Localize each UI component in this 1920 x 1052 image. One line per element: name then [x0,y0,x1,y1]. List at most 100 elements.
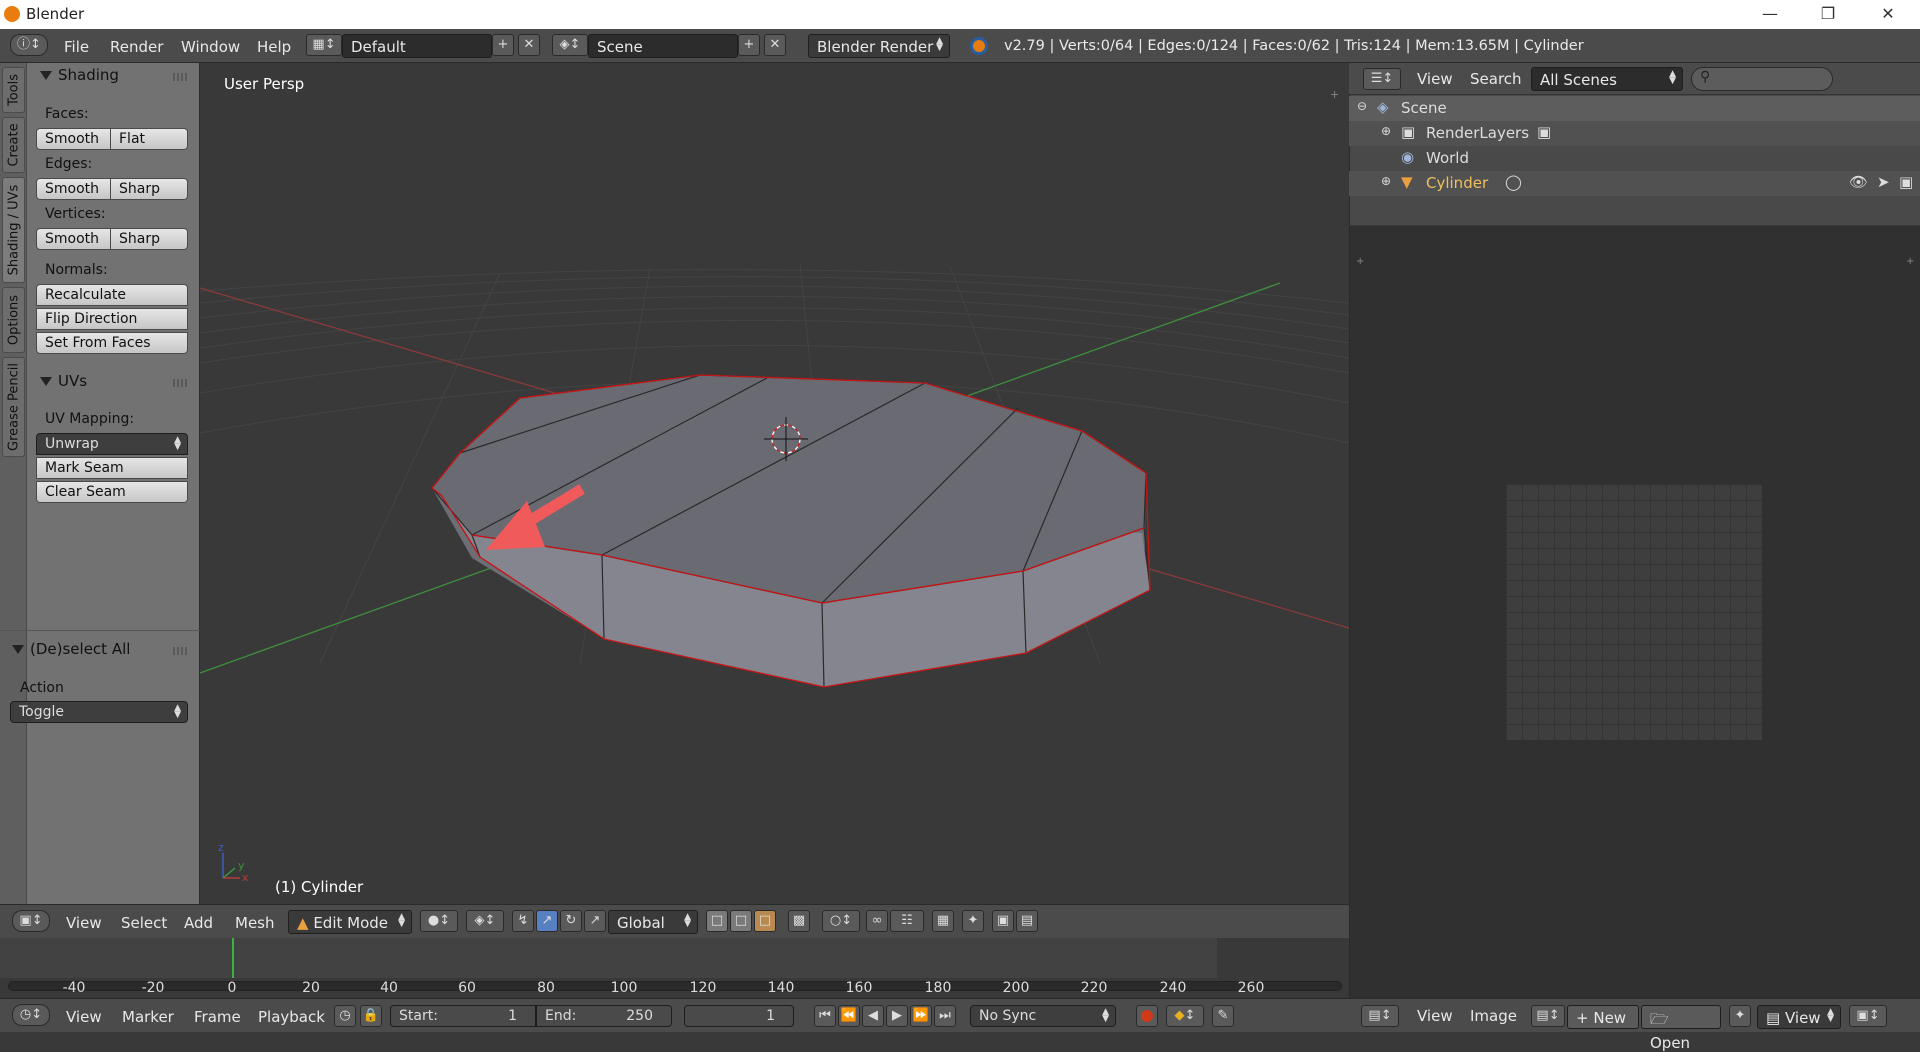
clear-seam-button[interactable]: Clear Seam [36,481,188,503]
outliner-row-world[interactable]: ◉ World [1349,146,1920,171]
menu-playback[interactable]: Playback [258,1008,325,1026]
drag-grip-icon[interactable] [173,379,189,387]
keying-set-icon[interactable]: ◆↕ [1166,1005,1204,1027]
end-frame-field[interactable]: End: 250 [536,1005,672,1027]
outliner-row-scene[interactable]: ⊖ ◈ Scene [1349,96,1920,121]
menu-add[interactable]: Add [184,914,213,932]
tab-options[interactable]: Options [2,287,25,353]
lock-icon[interactable]: 🔒 [360,1005,382,1027]
drag-grip-icon[interactable] [173,647,189,655]
menu-select[interactable]: Select [121,914,167,932]
tab-shading-uvs[interactable]: Shading / UVs [2,177,25,283]
preview-range-icon[interactable]: ◷ [334,1005,356,1027]
editor-type-info-icon[interactable]: ⓘ↕ [10,34,48,56]
pivot-icon[interactable]: ▣↕ [1849,1005,1887,1027]
drag-grip-icon[interactable] [173,73,189,81]
collapse-icon[interactable]: ⊖ [1357,99,1367,113]
menu-view[interactable]: View [1417,1007,1453,1025]
edge-select-icon[interactable]: □ [730,910,752,932]
proportional-editing-icon[interactable]: ○↕ [822,910,860,932]
outliner-row-cylinder[interactable]: ⊕ ▼ Cylinder ◯ 👁 ➤ ▣ [1349,171,1920,196]
face-select-icon[interactable]: □ [754,910,776,932]
tab-grease-pencil[interactable]: Grease Pencil [2,357,25,457]
start-frame-field[interactable]: Start: 1 [390,1005,536,1027]
renderable-camera-icon[interactable]: ▣ [1899,173,1913,191]
recalculate-normals-button[interactable]: Recalculate [36,284,188,306]
vertex-select-icon[interactable]: □ [706,910,728,932]
menu-file[interactable]: File [64,38,89,56]
vertices-sharp-button[interactable]: Sharp [111,228,188,250]
orientation-selector[interactable]: Global ▲ ▼ [608,910,698,934]
mode-selector[interactable]: ▲ Edit Mode ▲ ▼ [288,910,412,934]
menu-image[interactable]: Image [1470,1007,1517,1025]
cylinder-mesh[interactable] [431,374,1151,688]
scene-icon[interactable]: ◈↕ [552,34,588,56]
pin-icon[interactable]: ✦ [962,910,984,932]
snap-toggle-icon[interactable]: ∞ [866,910,888,932]
new-image-button[interactable]: + New [1567,1005,1639,1029]
jump-keyframe-forward-icon[interactable]: ⏩ [910,1005,932,1027]
render-engine-selector[interactable]: Blender Render ▲ ▼ [808,34,950,58]
play-reverse-icon[interactable]: ◀ [862,1005,884,1027]
record-icon[interactable] [1136,1005,1158,1027]
render-opengl-icon[interactable]: ▣ [992,910,1014,932]
screen-layout-icon[interactable]: ▦↕ [306,34,342,56]
translate-icon[interactable]: ↗ [536,910,558,932]
timeline-scrollbar[interactable] [8,981,1342,991]
close-icon[interactable]: ✕ [1866,2,1910,26]
edges-smooth-button[interactable]: Smooth [36,178,111,200]
open-image-button[interactable]: 🗁 Open [1641,1005,1721,1052]
screen-layout-selector[interactable]: Default [342,34,492,58]
edges-sharp-button[interactable]: Sharp [111,178,188,200]
expand-icon[interactable]: ⊕ [1381,174,1391,188]
current-frame-line[interactable] [232,938,234,978]
manipulator-icon[interactable]: ↯ [512,910,534,932]
toolshelf-toggle-icon[interactable]: + [1356,256,1364,267]
action-selector[interactable]: Toggle ▲ ▼ [10,701,188,723]
add-layout-icon[interactable]: + [492,34,514,56]
remove-scene-icon[interactable]: ✕ [764,34,786,56]
editor-type-timeline-icon[interactable]: ◷↕ [12,1004,50,1026]
layers-icon[interactable]: ▦ [932,910,954,932]
menu-marker[interactable]: Marker [122,1008,174,1026]
tab-tools[interactable]: Tools [2,67,25,113]
tab-create[interactable]: Create [2,117,25,173]
properties-toggle-icon[interactable]: + [1330,88,1344,102]
faces-smooth-button[interactable]: Smooth [36,128,111,150]
add-scene-icon[interactable]: + [738,34,760,56]
editor-type-outliner-icon[interactable]: ☰↕ [1363,68,1401,90]
menu-view[interactable]: View [66,1008,102,1026]
scene-selector[interactable]: Scene [588,34,738,58]
uvs-panel-header[interactable]: UVs [40,372,87,390]
shading-panel-header[interactable]: Shading [40,66,119,84]
scale-icon[interactable]: ↗ [584,910,606,932]
sync-mode-selector[interactable]: No Sync ▲ ▼ [970,1005,1116,1027]
menu-search[interactable]: Search [1470,70,1522,88]
menu-view[interactable]: View [66,914,102,932]
visibility-eye-icon[interactable]: 👁 [1849,173,1868,191]
scenes-filter-selector[interactable]: All Scenes ▲ ▼ [1531,67,1683,91]
remove-layout-icon[interactable]: ✕ [518,34,540,56]
rotate-icon[interactable]: ↻ [560,910,582,932]
view-mode-selector[interactable]: ▤ View ▲ ▼ [1757,1005,1841,1029]
menu-mesh[interactable]: Mesh [235,914,275,932]
operator-panel-header[interactable]: (De)select All [12,640,130,658]
current-frame-field[interactable]: 1 [684,1005,794,1027]
pivot-point-icon[interactable]: ◈↕ [466,910,504,932]
3d-viewport[interactable]: z y x User Persp (1) Cylinder + [200,63,1349,904]
set-from-faces-button[interactable]: Set From Faces [36,332,188,354]
menu-help[interactable]: Help [257,38,291,56]
properties-toggle-icon[interactable]: + [1906,256,1914,267]
play-icon[interactable]: ▶ [886,1005,908,1027]
vertices-smooth-button[interactable]: Smooth [36,228,111,250]
editor-type-3d-icon[interactable]: ▣↕ [12,910,50,932]
maximize-icon[interactable]: ❐ [1806,2,1850,26]
outliner-row-renderlayers[interactable]: ⊕ ▣ RenderLayers ▣ [1349,121,1920,146]
menu-frame[interactable]: Frame [194,1008,241,1026]
flip-direction-button[interactable]: Flip Direction [36,308,188,330]
menu-view[interactable]: View [1417,70,1453,88]
browse-image-icon[interactable]: ▤↕ [1531,1005,1565,1027]
menu-window[interactable]: Window [181,38,240,56]
render-animation-icon[interactable]: ▤ [1016,910,1038,932]
jump-keyframe-back-icon[interactable]: ⏪ [838,1005,860,1027]
